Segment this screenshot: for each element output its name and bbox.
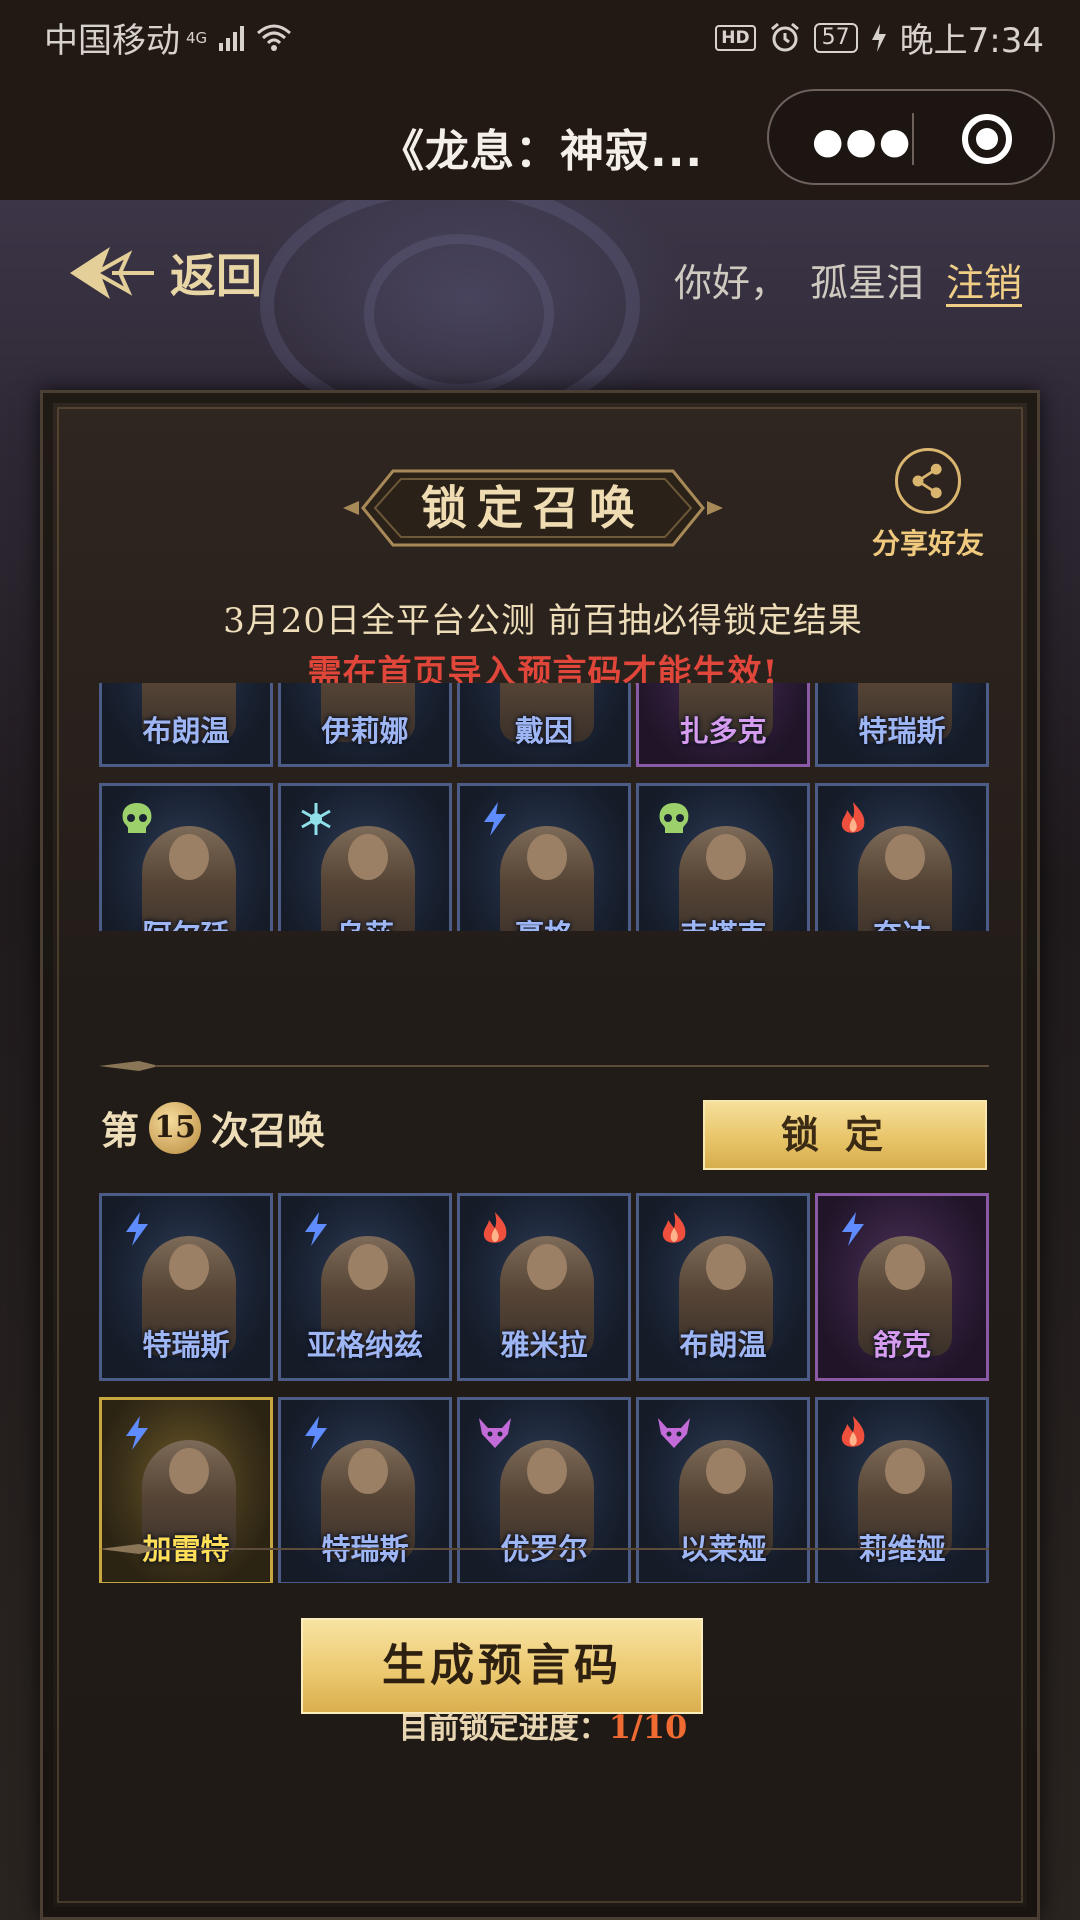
lightning-icon — [126, 1416, 148, 1450]
round-suffix: 次召唤 — [211, 1108, 326, 1153]
character-row: 特瑞斯 亚格纳兹 雅米拉 布朗温 舒克 — [99, 1193, 989, 1381]
section-divider — [99, 1061, 989, 1071]
character-card[interactable]: 伊莉娜 — [278, 683, 452, 767]
character-row: 阿尔廷乌莎豪格韦塔克奈达 — [99, 783, 989, 931]
more-dots-icon[interactable]: ●●● — [812, 121, 912, 162]
character-name: 扎多克 — [679, 714, 767, 748]
status-bar: 中国移动 4G HD 57 晚上7:34 — [0, 0, 1080, 75]
share-button[interactable]: 分享好友 — [863, 448, 993, 562]
share-label: 分享好友 — [871, 527, 984, 560]
character-name: 乌莎 — [281, 912, 449, 931]
progress-value: 1/10 — [608, 1708, 688, 1746]
character-name: 伊莉娜 — [321, 714, 409, 748]
demon-icon — [658, 1418, 690, 1448]
character-name: 舒克 — [872, 1328, 931, 1362]
section-divider-bottom — [99, 1544, 989, 1554]
character-card[interactable]: 乌莎 — [278, 783, 452, 931]
share-icon — [895, 448, 961, 514]
character-name: 韦塔克 — [639, 912, 807, 931]
character-card[interactable]: 布朗温 — [636, 1193, 810, 1381]
character-card[interactable]: 特瑞斯 — [99, 1193, 273, 1381]
banner-title: 锁定召唤 — [421, 481, 645, 535]
network-type: 4G — [186, 29, 208, 47]
character-name: 阿尔廷 — [102, 912, 270, 931]
ice-icon — [301, 803, 331, 835]
progress-label: 目前锁定进度： — [398, 1711, 609, 1746]
back-arrow-icon — [70, 247, 154, 299]
logout-link[interactable]: 注销 — [946, 252, 1022, 307]
fire-icon — [483, 1212, 507, 1243]
character-card[interactable]: 韦塔克 — [636, 783, 810, 931]
lightning-icon — [842, 1212, 864, 1246]
character-card[interactable]: 奈达 — [815, 783, 989, 931]
page-title: 《龙息：神寂... — [380, 126, 704, 177]
lightning-icon — [305, 1212, 327, 1246]
lock-progress: 目前锁定进度：1/10 — [43, 1703, 1043, 1747]
user-greeting: 你好， 孤星泪 注销 — [674, 252, 1022, 307]
skull-icon — [659, 803, 689, 833]
lock-summon-panel: 锁定召唤 分享好友 3月20日全平台公测 前百抽必得锁定结果 需在首页导入预言码… — [40, 390, 1040, 1920]
character-card[interactable]: 阿尔廷 — [99, 783, 273, 931]
generate-code-button[interactable]: 生成预言码 — [301, 1618, 703, 1714]
lightning-icon — [126, 1212, 148, 1246]
battery-icon: 57 — [813, 22, 858, 53]
lock-button[interactable]: 锁定 — [703, 1100, 987, 1170]
clock: 晚上7:34 — [899, 21, 1044, 61]
fire-icon — [662, 1212, 686, 1243]
capsule-menu: ●●● — [767, 89, 1055, 185]
fire-icon — [841, 802, 865, 833]
character-card[interactable]: 豪格 — [457, 783, 631, 931]
lightning-icon — [484, 802, 506, 836]
banner: 锁定召唤 — [343, 461, 723, 555]
back-button[interactable]: 返回 — [66, 240, 262, 306]
character-name: 布朗温 — [142, 714, 230, 748]
character-name: 特瑞斯 — [858, 714, 946, 748]
character-name: 布朗温 — [679, 1328, 767, 1362]
demon-icon — [479, 1418, 511, 1448]
signal-icon — [219, 25, 245, 51]
character-card[interactable]: 舒克 — [815, 1193, 989, 1381]
username: 孤星泪 — [809, 261, 924, 305]
charging-icon — [871, 23, 886, 52]
character-card[interactable]: 戴因 — [457, 683, 631, 767]
round-number-badge: 15 — [149, 1101, 202, 1154]
alarm-icon — [770, 22, 799, 51]
target-circle-icon[interactable] — [962, 114, 1012, 164]
character-card[interactable]: 亚格纳兹 — [278, 1193, 452, 1381]
current-round-grid[interactable]: 特瑞斯 亚格纳兹 雅米拉 布朗温 舒克 加雷特 特瑞斯 优罗尔 以莱娅 莉维娅 — [99, 1193, 989, 1583]
character-card[interactable]: 布朗温 — [99, 683, 273, 767]
capsule-divider — [912, 113, 914, 165]
summon-round-label: 第 15 次召唤 — [101, 1100, 325, 1155]
character-name: 奈达 — [818, 912, 986, 931]
greeting-text: 你好， — [673, 261, 788, 305]
carrier-name: 中国移动 — [44, 21, 180, 61]
hd-badge: HD — [715, 24, 756, 51]
character-name: 特瑞斯 — [142, 1328, 230, 1362]
skull-icon — [122, 803, 152, 833]
back-label: 返回 — [170, 249, 262, 303]
character-name: 雅米拉 — [500, 1328, 588, 1362]
character-name: 戴因 — [514, 714, 573, 748]
character-card[interactable]: 特瑞斯 — [815, 683, 989, 767]
character-card[interactable]: 雅米拉 — [457, 1193, 631, 1381]
character-row: 布朗温 伊莉娜 戴因 扎多克 特瑞斯 — [99, 683, 989, 767]
previous-round-grid[interactable]: 布朗温 伊莉娜 戴因 扎多克 特瑞斯阿尔廷乌莎豪格韦塔克奈达 — [99, 683, 989, 931]
fire-icon — [841, 1416, 865, 1447]
status-right: HD 57 晚上7:34 — [715, 13, 1044, 62]
character-card[interactable]: 扎多克 — [636, 683, 810, 767]
wifi-icon — [257, 24, 292, 51]
character-name: 亚格纳兹 — [306, 1328, 423, 1362]
round-prefix: 第 — [101, 1108, 140, 1153]
status-left: 中国移动 4G — [44, 13, 292, 62]
character-name: 豪格 — [460, 912, 628, 931]
lightning-icon — [305, 1416, 327, 1450]
mini-program-title-bar: 《龙息：神寂... ●●● — [0, 75, 1080, 200]
page-content: 返回 你好， 孤星泪 注销 锁定召唤 分享好友 3月20日全平台公测 前百抽必得… — [0, 200, 1080, 1920]
launch-info: 3月20日全平台公测 前百抽必得锁定结果 — [223, 601, 863, 641]
